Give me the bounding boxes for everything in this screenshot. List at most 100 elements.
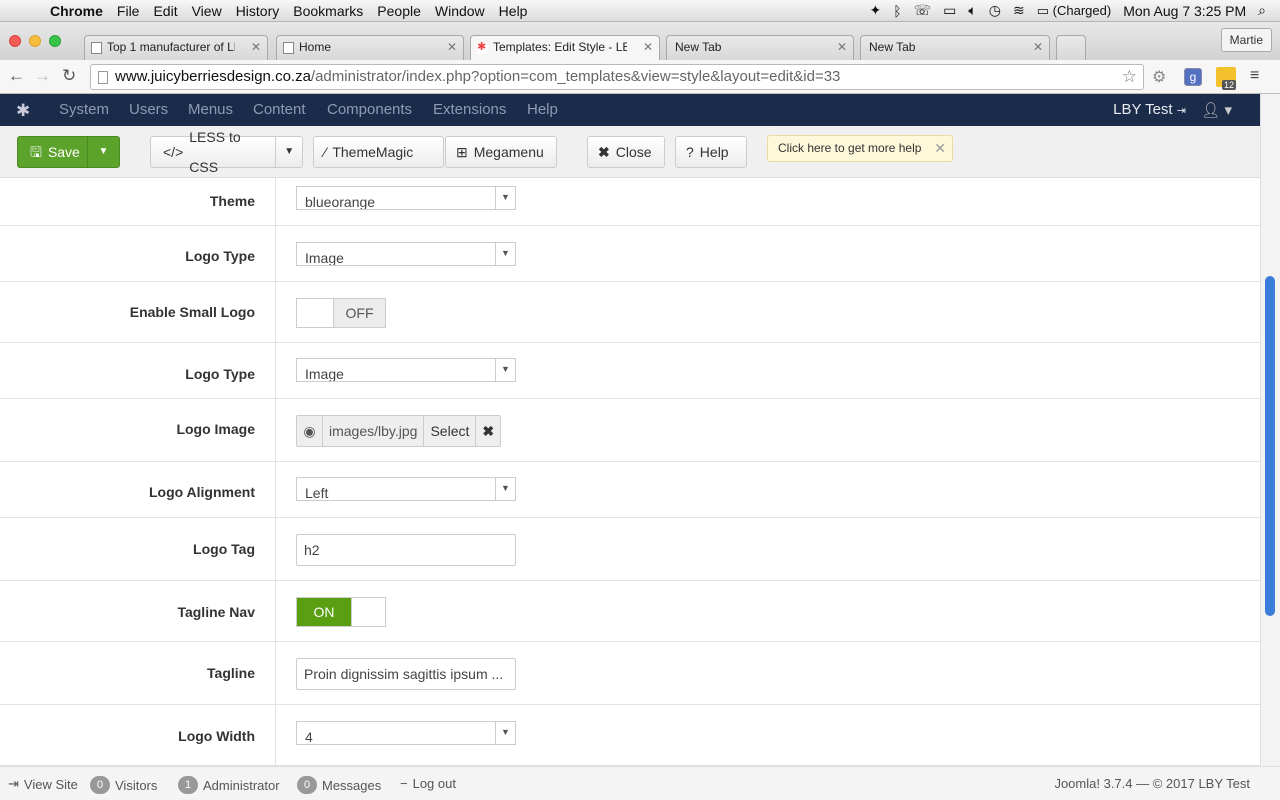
tab-new-tab-2[interactable]: New Tab ✕ (860, 35, 1050, 60)
megamenu-label: Megamenu (473, 144, 544, 160)
joomla-favicon-icon: ✱ (477, 41, 488, 54)
view-site-link[interactable]: ⇥ View Site (8, 776, 78, 792)
external-link-icon: ⇥ (1176, 105, 1186, 117)
vertical-scrollbar[interactable] (1260, 94, 1280, 766)
wifi-icon[interactable]: ≋ (1013, 2, 1025, 19)
logo-type-select[interactable]: Image ▼ (296, 242, 516, 266)
user-menu-icon[interactable]: 👤︎ ▾ (1201, 101, 1232, 119)
logo-width-select[interactable]: 4 ▼ (296, 721, 516, 745)
settings-gear-icon[interactable]: ⚙ (1152, 67, 1166, 87)
dropbox-icon[interactable]: ✦ (870, 2, 882, 19)
nav-system[interactable]: System (59, 101, 109, 118)
close-tab-icon[interactable]: ✕ (447, 36, 457, 59)
column-divider (275, 581, 276, 641)
nav-help[interactable]: Help (527, 101, 558, 118)
display-icon[interactable]: ▭ (943, 2, 956, 19)
bluetooth-icon[interactable]: ᛒ (893, 3, 901, 19)
bookmark-star-icon[interactable]: ☆ (1122, 65, 1137, 89)
save-icon: 🖫 (30, 144, 42, 160)
menu-window[interactable]: Window (435, 3, 485, 19)
close-tab-icon[interactable]: ✕ (251, 36, 261, 59)
toggle-knob (297, 299, 333, 327)
menu-view[interactable]: View (192, 3, 222, 19)
clock[interactable]: Mon Aug 7 3:25 PM (1123, 3, 1246, 19)
page-info-icon[interactable] (98, 71, 108, 84)
chrome-menu-icon[interactable]: ≡ (1250, 67, 1259, 85)
dismiss-tip-icon[interactable]: ✕ (934, 136, 946, 161)
version-text: Joomla! 3.7.4 — © 2017 LBY Test (1054, 776, 1250, 791)
form-row-small-logo: Enable Small Logo OFF (0, 282, 1260, 343)
megamenu-button[interactable]: ⊞ Megamenu (445, 136, 557, 168)
battery-status[interactable]: ▭ (Charged) (1037, 3, 1111, 19)
volume-icon[interactable]: 🔈︎ (968, 2, 976, 19)
tab-top-manufacturer[interactable]: Top 1 manufacturer of LED ✕ (84, 35, 268, 60)
messages-link[interactable]: 0 Messages (297, 776, 381, 794)
logo-alignment-select[interactable]: Left ▼ (296, 477, 516, 501)
menu-people[interactable]: People (377, 3, 421, 19)
column-divider (275, 178, 276, 225)
menu-edit[interactable]: Edit (153, 3, 177, 19)
clear-media-icon[interactable]: ✖ (475, 416, 500, 446)
field-label: Enable Small Logo (129, 304, 255, 320)
logo-tag-input[interactable]: h2 (296, 534, 516, 566)
profile-button[interactable]: Martie (1220, 28, 1272, 52)
theme-select[interactable]: blueorange ▼ (296, 186, 516, 210)
logout-link[interactable]: − Log out (400, 776, 456, 791)
nav-components[interactable]: Components (327, 101, 412, 118)
spotlight-search-icon[interactable]: ⌕ (1258, 2, 1266, 19)
menu-history[interactable]: History (236, 3, 280, 19)
zoom-window-button[interactable] (49, 35, 61, 47)
visitors-link[interactable]: 0 Visitors (90, 776, 157, 794)
close-tab-icon[interactable]: ✕ (643, 36, 653, 59)
preview-eye-icon[interactable]: ◉ (297, 416, 323, 446)
phone-icon[interactable]: ☏ (914, 2, 932, 19)
joomla-logo-icon[interactable]: ✱ (16, 101, 30, 121)
tab-templates-edit-style[interactable]: ✱ Templates: Edit Style - LBY ✕ (470, 35, 660, 60)
save-options-caret-icon[interactable]: ▼ (87, 137, 119, 167)
tab-title: Home (299, 40, 332, 54)
thememagic-button[interactable]: ⁄ ThemeMagic (313, 136, 444, 168)
tab-title: New Tab (869, 40, 916, 54)
administrator-link[interactable]: 1 Administrator (178, 776, 280, 794)
menu-app-chrome[interactable]: Chrome (50, 3, 103, 19)
close-window-button[interactable] (9, 35, 21, 47)
minimize-window-button[interactable] (29, 35, 41, 47)
address-bar[interactable]: www.juicyberriesdesign.co.za/administrat… (90, 64, 1144, 90)
menu-file[interactable]: File (117, 3, 140, 19)
nav-content[interactable]: Content (253, 101, 306, 118)
form-row-logo-tag: Logo Tag h2 (0, 518, 1260, 581)
tagline-nav-toggle[interactable]: ON (296, 597, 386, 627)
external-link-icon: ⇥ (8, 776, 19, 791)
nav-menus[interactable]: Menus (188, 101, 233, 118)
tagline-input[interactable]: Proin dignissim sagittis ipsum ... (296, 658, 516, 690)
help-tooltip[interactable]: Click here to get more help ✕ (767, 135, 953, 162)
site-name: LBY Test (1113, 101, 1173, 118)
less-options-caret-icon[interactable]: ▼ (275, 137, 302, 167)
nav-users[interactable]: Users (129, 101, 168, 118)
close-tab-icon[interactable]: ✕ (837, 36, 847, 59)
back-icon[interactable]: ← (8, 66, 25, 86)
site-link[interactable]: LBY Test ⇥ (1113, 101, 1186, 118)
forward-icon[interactable]: → (34, 66, 51, 86)
close-tab-icon[interactable]: ✕ (1033, 36, 1043, 59)
help-button[interactable]: ? Help (675, 136, 747, 168)
time-machine-icon[interactable]: ◷ (989, 2, 1001, 19)
reload-icon[interactable]: ↻ (62, 66, 76, 86)
small-logo-toggle[interactable]: OFF (296, 298, 386, 328)
scrollbar-thumb[interactable] (1265, 276, 1275, 616)
menu-help[interactable]: Help (499, 3, 528, 19)
new-tab-button[interactable] (1056, 35, 1086, 60)
nav-extensions[interactable]: Extensions (433, 101, 506, 118)
close-button[interactable]: ✖ Close (587, 136, 665, 168)
media-select-button[interactable]: Select (423, 416, 475, 446)
google-extension-icon[interactable]: g (1184, 68, 1202, 86)
browser-tab-strip: Top 1 manufacturer of LED ✕ Home ✕ ✱ Tem… (0, 22, 1280, 60)
tab-new-tab-1[interactable]: New Tab ✕ (666, 35, 854, 60)
less-to-css-button[interactable]: </> LESS to CSS ▼ (150, 129, 303, 175)
save-button[interactable]: 🖫 Save ▼ (17, 136, 120, 168)
tab-home[interactable]: Home ✕ (276, 35, 464, 60)
column-divider (275, 399, 276, 461)
menu-bookmarks[interactable]: Bookmarks (293, 3, 363, 19)
media-path[interactable]: images/lby.jpg (323, 416, 423, 446)
logo-type-2-select[interactable]: Image ▼ (296, 358, 516, 382)
